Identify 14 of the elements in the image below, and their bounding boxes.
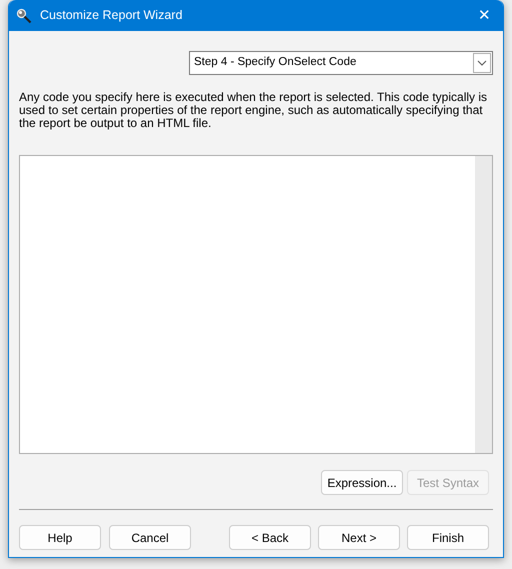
footer-button[interactable]: Cancel: [109, 525, 191, 550]
magnifier-icon: [16, 8, 32, 24]
footer-button[interactable]: Next >: [318, 525, 400, 550]
window-title: Customize Report Wizard: [40, 7, 182, 24]
description-text: Any code you specify here is executed when the report is selected. This code typically is used to set certain properties of the report engine, such as automatically specifying that the report be output to an HTML file.: [19, 91, 488, 130]
footer-button[interactable]: < Back: [229, 525, 311, 550]
footer-button[interactable]: Help: [19, 525, 101, 550]
editor-button[interactable]: Expression...: [321, 470, 403, 495]
chevron-down-icon: [477, 60, 487, 66]
scrollbar[interactable]: [475, 156, 492, 453]
close-button[interactable]: ✕: [474, 8, 495, 23]
footer-button[interactable]: Finish: [407, 525, 489, 550]
step-dropdown[interactable]: Step 4 - Specify OnSelect Code: [189, 51, 493, 75]
code-editor[interactable]: [19, 155, 493, 454]
